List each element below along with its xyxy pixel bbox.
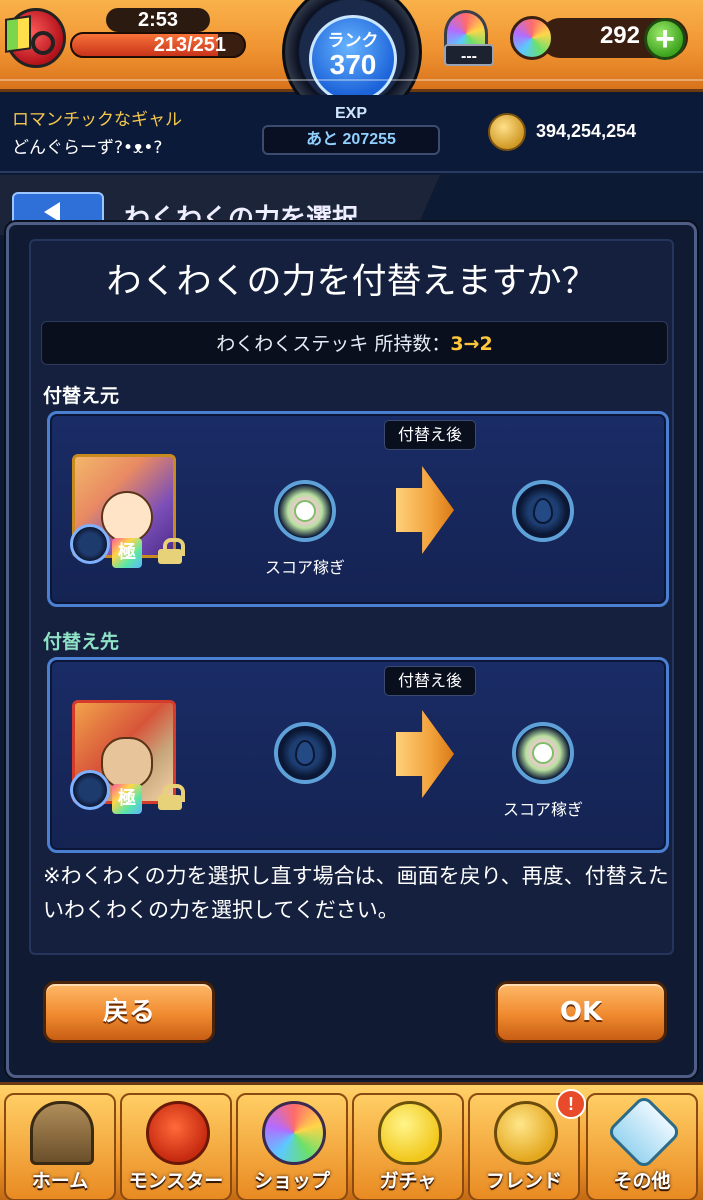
target-current-ability-icon [274, 722, 336, 784]
nav-monster[interactable]: モンスター [120, 1093, 232, 1200]
lock-icon [158, 538, 185, 564]
lock-icon [158, 784, 185, 810]
nav-gacha[interactable]: ガチャ [352, 1093, 464, 1200]
home-icon [30, 1101, 94, 1165]
stamina-timer: 2:53 [106, 8, 210, 32]
orb-count: 292 [599, 22, 640, 49]
stick-stock-row: わくわくステッキ 所持数：3→2 [41, 321, 668, 365]
source-monster-ability-slot-icon [70, 524, 110, 564]
gold-coin-icon [488, 113, 526, 151]
bottom-nav: ホーム モンスター ショップ ガチャ ! フレンド その他 [0, 1082, 703, 1200]
rainbow-orb-icon [510, 16, 554, 60]
source-panel: 付替え後 極 スコア稼ぎ [47, 411, 669, 607]
target-section-label: 付替え先 [43, 631, 120, 653]
friend-alert-badge: ! [556, 1089, 586, 1119]
monster-face [101, 491, 153, 543]
reselect-note: ※わくわくの力を選択し直す場合は、画面を戻り、再度、付替えたいわくわくの力を選択… [43, 864, 669, 922]
gacha-icon [378, 1101, 442, 1165]
rank-badge: ランク 370 [309, 15, 397, 103]
underlying-screen-title: わくわくの力を選択 [124, 204, 359, 222]
rank-label: ランク [327, 31, 379, 51]
orb-machine-counter: --- [444, 44, 494, 66]
rank-value: 370 [329, 49, 377, 80]
ultra-rank-badge: 極 [112, 538, 142, 568]
exp-remaining: あと 207255 [262, 125, 440, 155]
nav-shop[interactable]: ショップ [236, 1093, 348, 1200]
empty-flame-icon [295, 740, 315, 766]
status-strip: ロマンチックなギャル どんぐらーず?•ᴥ•? EXP あと 207255 394… [0, 95, 703, 173]
nav-other[interactable]: その他 [586, 1093, 698, 1200]
shop-icon [262, 1101, 326, 1165]
source-current-ability-icon [274, 480, 336, 542]
friend-icon [494, 1101, 558, 1165]
target-after-ability-icon [512, 722, 574, 784]
user-title: ロマンチックなギャル [12, 110, 182, 130]
dialog-title: わくわくの力を付替えますか？ [106, 262, 597, 302]
source-section-label: 付替え元 [43, 385, 120, 407]
nav-label: モンスター [128, 1170, 224, 1192]
nav-label: その他 [613, 1170, 671, 1192]
user-name: どんぐらーず?•ᴥ•? [12, 138, 163, 158]
coin-count: 394,254,254 [536, 121, 637, 141]
nav-friend[interactable]: ! フレンド [468, 1089, 586, 1200]
lotus-emblem-icon [532, 742, 554, 764]
ok-button[interactable]: OK [495, 981, 667, 1043]
top-bar: 2:53 213/251 ランク 370 --- 292 + [0, 0, 703, 122]
source-after-ability-icon [512, 480, 574, 542]
transfer-arrow-icon [396, 710, 454, 798]
nav-label: ガチャ [379, 1170, 437, 1192]
exp-label: EXP [334, 105, 367, 122]
nav-home[interactable]: ホーム [4, 1093, 116, 1200]
source-current-ability-label: スコア稼ぎ [264, 558, 345, 577]
target-monster-ability-slot-icon [70, 770, 110, 810]
lotus-emblem-icon [294, 500, 316, 522]
nav-label: ショップ [253, 1170, 330, 1192]
other-icon [605, 1093, 683, 1171]
ultra-rank-badge: 極 [112, 784, 142, 814]
nav-label: フレンド [485, 1170, 562, 1192]
empty-flame-icon [533, 498, 553, 524]
transfer-arrow-icon [396, 466, 454, 554]
stamina-bar: 213/251 [70, 32, 246, 58]
stick-stock-change: 3→2 [450, 333, 493, 355]
target-after-ability-label: スコア稼ぎ [502, 800, 583, 819]
buy-orbs-button[interactable]: + [644, 18, 686, 60]
monster-icon [146, 1101, 210, 1165]
back-button[interactable]: 戻る [43, 981, 215, 1043]
transfer-confirm-dialog: わくわくの力を付替えますか？ わくわくステッキ 所持数：3→2 付替え元 付替え… [6, 222, 697, 1078]
stamina-value: 213/251 [153, 34, 226, 56]
after-tag: 付替え後 [384, 666, 476, 696]
stick-stock-label: わくわくステッキ 所持数： [216, 333, 451, 355]
nav-label: ホーム [31, 1170, 89, 1192]
beginner-badge-icon [6, 8, 66, 68]
target-panel: 付替え後 極 スコア稼ぎ [47, 657, 669, 853]
after-tag: 付替え後 [384, 420, 476, 450]
monster-face [101, 737, 153, 789]
